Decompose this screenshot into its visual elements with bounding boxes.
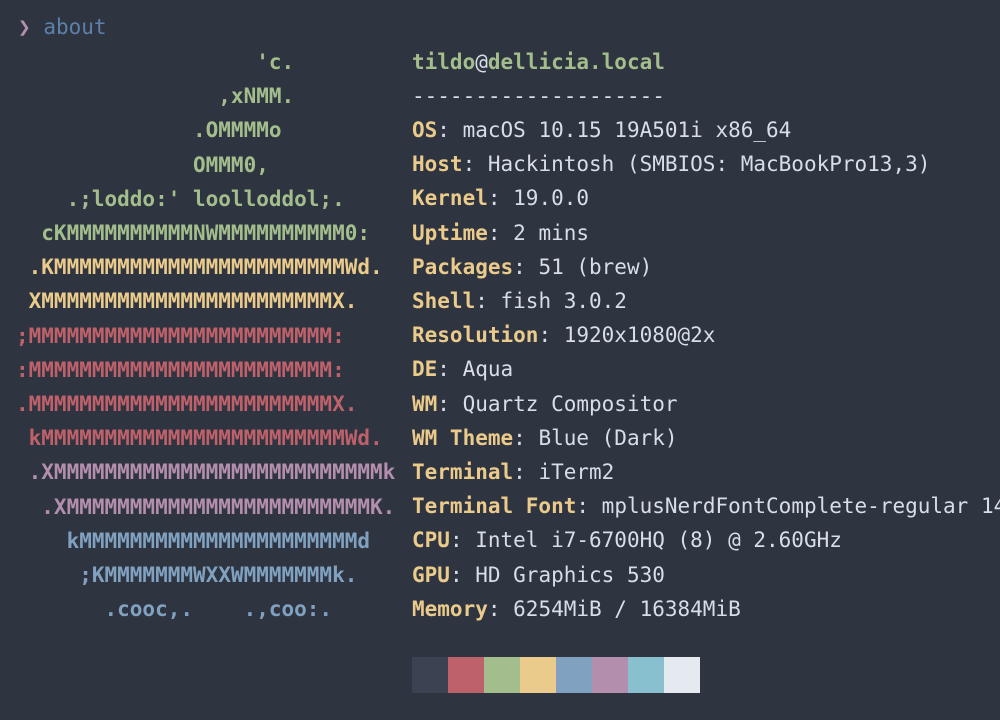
info-value: iTerm2	[538, 460, 615, 484]
info-row: Terminal: iTerm2	[412, 455, 614, 489]
palette-swatch	[484, 657, 520, 693]
info-row: DE: Aqua	[412, 352, 513, 386]
info-row: Memory: 6254MiB / 16384MiB	[412, 592, 741, 626]
info-key: DE	[412, 357, 438, 382]
info-row: Terminal Font: mplusNerdFontComplete-reg…	[412, 489, 1000, 523]
info-value: Blue (Dark)	[538, 425, 678, 450]
logo-line: .MMMMMMMMMMMMMMMMMMMMMMMMX.	[16, 392, 358, 416]
info-colon: :	[449, 528, 476, 553]
info-value: 1920x1080@2x	[563, 323, 716, 348]
info-key: CPU	[412, 528, 450, 553]
info-colon: :	[487, 220, 514, 245]
info-colon: :	[513, 425, 539, 450]
info-colon: :	[487, 186, 514, 211]
info-row: Shell: fish 3.0.2	[412, 284, 627, 318]
info-value: HD Graphics 530	[475, 562, 665, 587]
logo-line: .;loddo:' loolloddol;.	[16, 186, 345, 211]
info-colon: :	[437, 391, 463, 416]
info-key: Kernel	[412, 186, 488, 211]
info-value: 2 mins	[513, 220, 590, 245]
logo-line: ;MMMMMMMMMMMMMMMMMMMMMMMM:	[16, 323, 345, 348]
info-colon: :	[462, 152, 488, 177]
info-value: Aqua	[462, 357, 514, 382]
info-value: macOS 10.15 19A501i x86_64	[462, 118, 792, 142]
info-value: mplusNerdFontComplete-regular 14	[601, 494, 1000, 519]
palette-swatch	[628, 657, 664, 693]
terminal-window[interactable]: ❯ about 'c. ,xNMM. .OMMMMo OMMM0, .;lodd…	[0, 0, 1000, 720]
info-key: Shell	[412, 289, 476, 313]
info-key: OS	[412, 118, 438, 142]
info-colon: :	[437, 357, 463, 382]
info-row: Host: Hackintosh (SMBIOS: MacBookPro13,3…	[412, 147, 930, 181]
logo-line: ,xNMM.	[16, 84, 295, 109]
logo-line: XMMMMMMMMMMMMMMMMMMMMMMMX.	[16, 289, 358, 314]
info-key: Host	[412, 152, 463, 177]
palette-swatch	[556, 657, 592, 693]
info-key: Resolution	[412, 323, 539, 348]
info-key: Uptime	[412, 220, 488, 245]
at-sign: @	[475, 50, 488, 74]
palette-swatch	[448, 657, 484, 693]
info-row: CPU: Intel i7-6700HQ (8) @ 2.60GHz	[412, 523, 842, 557]
info-row: GPU: HD Graphics 530	[412, 558, 665, 592]
info-colon: :	[513, 460, 539, 484]
logo-line: .XMMMMMMMMMMMMMMMMMMMMMMMMK.	[16, 494, 396, 519]
info-row: Packages: 51 (brew)	[412, 250, 652, 284]
info-value: Intel i7-6700HQ (8) @ 2.60GHz	[475, 528, 842, 553]
logo-line: kMMMMMMMMMMMMMMMMMMMMMMd	[16, 528, 371, 553]
info-colon: :	[487, 596, 514, 621]
info-key: WM	[412, 391, 438, 416]
palette-swatch	[664, 657, 700, 693]
logo-line: .cooc,. .,coo:.	[16, 597, 333, 622]
logo-line: kMMMMMMMMMMMMMMMMMMMMMMMMWd.	[16, 426, 383, 451]
color-palette	[412, 657, 700, 693]
info-key: Packages	[412, 254, 514, 279]
info-row: Kernel: 19.0.0	[412, 181, 589, 215]
info-colon: :	[538, 323, 564, 348]
info-value: fish 3.0.2	[500, 289, 627, 313]
info-value: 6254MiB / 16384MiB	[513, 596, 741, 621]
info-colon: :	[513, 254, 539, 279]
logo-line: OMMM0,	[16, 152, 269, 177]
info-key: Terminal Font	[412, 494, 577, 519]
info-colon: :	[449, 562, 476, 587]
palette-swatch	[520, 657, 556, 693]
info-value: Quartz Compositor	[462, 391, 678, 416]
info-colon: :	[576, 494, 602, 519]
info-key: GPU	[412, 562, 450, 587]
info-key: WM Theme	[412, 425, 514, 450]
info-row: WM Theme: Blue (Dark)	[412, 421, 678, 455]
info-value: 51 (brew)	[538, 254, 653, 279]
logo-line: cKMMMMMMMMMMNWMMMMMMMMMM0:	[16, 221, 371, 245]
info-row: OS: macOS 10.15 19A501i x86_64	[412, 113, 791, 147]
logo-line: :MMMMMMMMMMMMMMMMMMMMMMMM:	[16, 357, 345, 382]
palette-swatch	[592, 657, 628, 693]
info-key: Terminal	[412, 460, 514, 484]
info-row: WM: Quartz Compositor	[412, 387, 678, 421]
logo-line: .XMMMMMMMMMMMMMMMMMMMMMMMMMMk	[16, 460, 396, 485]
logo-line: ;KMMMMMMMWXXWMMMMMMMk.	[16, 563, 358, 587]
user-name: tildo	[412, 50, 476, 74]
info-key: Memory	[412, 596, 488, 621]
apple-ascii-logo: 'c. ,xNMM. .OMMMMo OMMM0, .;loddo:' lool…	[0, 0, 400, 720]
info-colon: :	[437, 118, 463, 142]
logo-line: .KMMMMMMMMMMMMMMMMMMMMMMMWd.	[16, 255, 383, 280]
info-value: Hackintosh (SMBIOS: MacBookPro13,3)	[487, 152, 931, 177]
logo-line: .OMMMMo	[16, 118, 282, 143]
user-host-title: tildo@dellicia.local	[412, 45, 665, 79]
host-name: dellicia.local	[487, 50, 665, 74]
logo-line: 'c.	[16, 50, 295, 74]
info-row: Uptime: 2 mins	[412, 216, 589, 250]
info-colon: :	[475, 289, 501, 313]
palette-swatch	[412, 657, 448, 693]
title-underline: --------------------	[412, 84, 665, 108]
info-row: Resolution: 1920x1080@2x	[412, 318, 715, 352]
info-value: 19.0.0	[513, 186, 590, 211]
